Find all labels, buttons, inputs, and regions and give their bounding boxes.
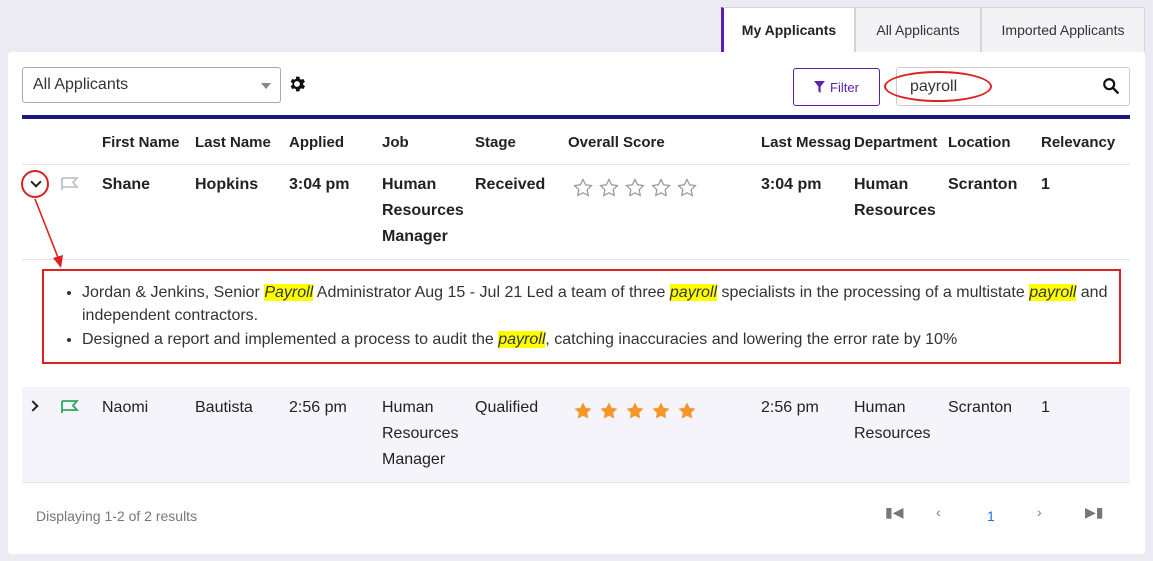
cell-last-name: Hopkins: [195, 176, 259, 193]
cell-location: Scranton: [948, 399, 1013, 416]
keyword-highlight: payroll: [669, 284, 718, 301]
applicants-panel: All Applicants Filter payroll First Name…: [8, 52, 1145, 554]
keyword-matches-panel: Jordan & Jenkins, Senior Payroll Adminis…: [42, 269, 1121, 364]
cell-first-name: Naomi: [102, 399, 149, 416]
column-last-message[interactable]: Last Messag: [761, 134, 853, 151]
prev-page-icon[interactable]: ‹: [936, 504, 941, 520]
search-icon[interactable]: [1102, 77, 1120, 95]
column-location[interactable]: Location: [948, 134, 1011, 151]
star-icon: [574, 402, 592, 419]
cell-department: Human Resources: [854, 172, 936, 224]
match-text: Administrator Aug 15 - Jul 21 Led a team…: [313, 284, 670, 301]
annotation-oval: [884, 71, 992, 102]
star-icon: [573, 178, 593, 197]
star-icon: [677, 178, 697, 197]
cell-job-line: Resources: [382, 202, 464, 219]
search-field[interactable]: payroll: [884, 67, 1130, 106]
column-stage[interactable]: Stage: [475, 134, 516, 151]
star-icon: [599, 178, 619, 197]
score-stars: [573, 401, 697, 421]
score-stars: [573, 178, 697, 198]
flag-icon[interactable]: [61, 177, 79, 191]
cell-first-name: Shane: [102, 176, 151, 193]
match-item: Designed a report and implemented a proc…: [82, 328, 1119, 351]
column-job[interactable]: Job: [382, 134, 409, 151]
star-icon: [678, 402, 696, 419]
tab-imported-applicants[interactable]: Imported Applicants: [981, 7, 1145, 52]
match-text: , catching inaccuracies and lowering the…: [545, 331, 958, 348]
column-last-name[interactable]: Last Name: [195, 134, 271, 151]
column-first-name[interactable]: First Name: [102, 134, 180, 151]
cell-relevancy: 1: [1041, 399, 1050, 416]
keyword-highlight: payroll: [1029, 284, 1077, 301]
cell-job-line: Human: [382, 399, 434, 416]
cell-job: Human Resources Manager: [382, 395, 458, 473]
view-select-value: All Applicants: [33, 76, 129, 93]
cell-job-line: Resources: [382, 425, 459, 442]
next-page-icon[interactable]: ›: [1037, 504, 1042, 520]
first-page-icon[interactable]: ▮◀: [885, 504, 903, 521]
cell-job-line: Manager: [382, 451, 446, 468]
matches-list: Jordan & Jenkins, Senior Payroll Adminis…: [82, 281, 1119, 351]
keyword-highlight: payroll: [498, 331, 546, 348]
cell-job: Human Resources Manager: [382, 172, 464, 250]
cell-department-line: Human: [854, 176, 909, 193]
applicant-tabs: My Applicants All Applicants Imported Ap…: [721, 7, 1145, 52]
cell-applied: 3:04 pm: [289, 176, 350, 193]
flag-icon[interactable]: [61, 400, 79, 414]
tab-my-applicants[interactable]: My Applicants: [721, 7, 855, 52]
column-applied[interactable]: Applied: [289, 134, 344, 151]
filter-icon: [814, 81, 826, 93]
star-icon: [651, 178, 671, 197]
star-icon: [652, 402, 670, 419]
match-text: Jordan & Jenkins, Senior: [82, 284, 265, 301]
cell-job-line: Human: [382, 176, 437, 193]
column-relevancy[interactable]: Relevancy: [1041, 134, 1115, 151]
results-count: Displaying 1-2 of 2 results: [36, 508, 198, 524]
last-page-icon[interactable]: ▶▮: [1085, 504, 1103, 521]
cell-location: Scranton: [948, 176, 1018, 193]
cell-relevancy: 1: [1041, 176, 1050, 193]
gear-icon[interactable]: [287, 74, 307, 94]
table-header-rule: [22, 115, 1130, 119]
column-overall-score[interactable]: Overall Score: [568, 134, 665, 151]
match-text: Designed a report and implemented a proc…: [82, 331, 499, 348]
annotation-arrow: [34, 198, 63, 268]
cell-department-line: Resources: [854, 425, 931, 442]
filter-button-label: Filter: [830, 79, 859, 95]
cell-department-line: Resources: [854, 202, 936, 219]
cell-last-name: Bautista: [195, 399, 253, 416]
match-item: Jordan & Jenkins, Senior Payroll Adminis…: [82, 281, 1119, 327]
keyword-highlight: Payroll: [264, 284, 314, 301]
cell-stage: Received: [475, 176, 546, 193]
cell-department-line: Human: [854, 399, 906, 416]
cell-stage: Qualified: [475, 399, 539, 416]
star-icon: [625, 178, 645, 197]
page-number-current[interactable]: 1: [987, 508, 995, 524]
chevron-down-icon: [30, 176, 42, 188]
cell-applied: 2:56 pm: [289, 399, 347, 416]
cell-last-message: 3:04 pm: [761, 176, 822, 193]
row-divider: [22, 482, 1130, 483]
star-icon: [626, 402, 644, 419]
cell-department: Human Resources: [854, 395, 930, 447]
caret-down-icon: [261, 83, 271, 89]
filter-button[interactable]: Filter: [793, 68, 880, 106]
match-text: specialists in the processing of a multi…: [717, 284, 1030, 301]
row-divider: [22, 259, 1130, 260]
row-divider: [22, 164, 1130, 165]
column-department[interactable]: Department: [854, 134, 937, 151]
view-select[interactable]: All Applicants: [22, 67, 281, 103]
star-icon: [600, 402, 618, 419]
cell-last-message: 2:56 pm: [761, 399, 819, 416]
tab-all-applicants[interactable]: All Applicants: [855, 7, 981, 52]
cell-job-line: Manager: [382, 228, 448, 245]
